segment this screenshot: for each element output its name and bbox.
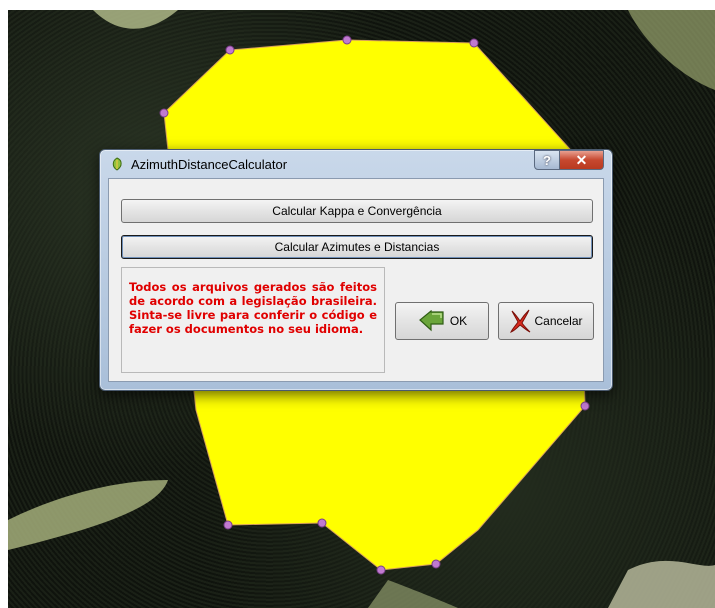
azimuth-dialog: AzimuthDistanceCalculator ? ✕ Calcular K… [99,149,613,391]
calcular-azimutes-button[interactable]: Calcular Azimutes e Distancias [121,235,593,259]
help-button[interactable]: ? [534,150,560,170]
help-icon: ? [543,152,551,168]
vertex-marker [223,520,233,530]
close-button[interactable]: ✕ [560,150,604,170]
info-note: Todos os arquivos gerados são feitos de … [121,267,385,373]
vertex-marker [431,559,441,569]
window-title: AzimuthDistanceCalculator [131,156,288,172]
vertex-marker [469,38,479,48]
title-bar[interactable]: AzimuthDistanceCalculator ? ✕ [100,150,612,178]
dialog-body: Calcular Kappa e Convergência Calcular A… [108,178,604,382]
red-x-icon [510,309,531,333]
vertex-marker [225,45,235,55]
close-icon: ✕ [575,151,588,168]
green-arrow-icon [418,310,444,332]
vertex-marker [580,401,590,411]
cancel-label: Cancelar [534,314,583,328]
ok-button[interactable]: OK [395,302,489,340]
vertex-marker [159,108,169,118]
calcular-kappa-button[interactable]: Calcular Kappa e Convergência [121,199,593,223]
vertex-marker [317,518,327,528]
ok-label: OK [449,314,468,328]
qgis-leaf-icon [112,157,122,171]
vertex-marker [376,565,386,575]
vertex-marker [342,35,352,45]
cancel-button[interactable]: Cancelar [498,302,594,340]
